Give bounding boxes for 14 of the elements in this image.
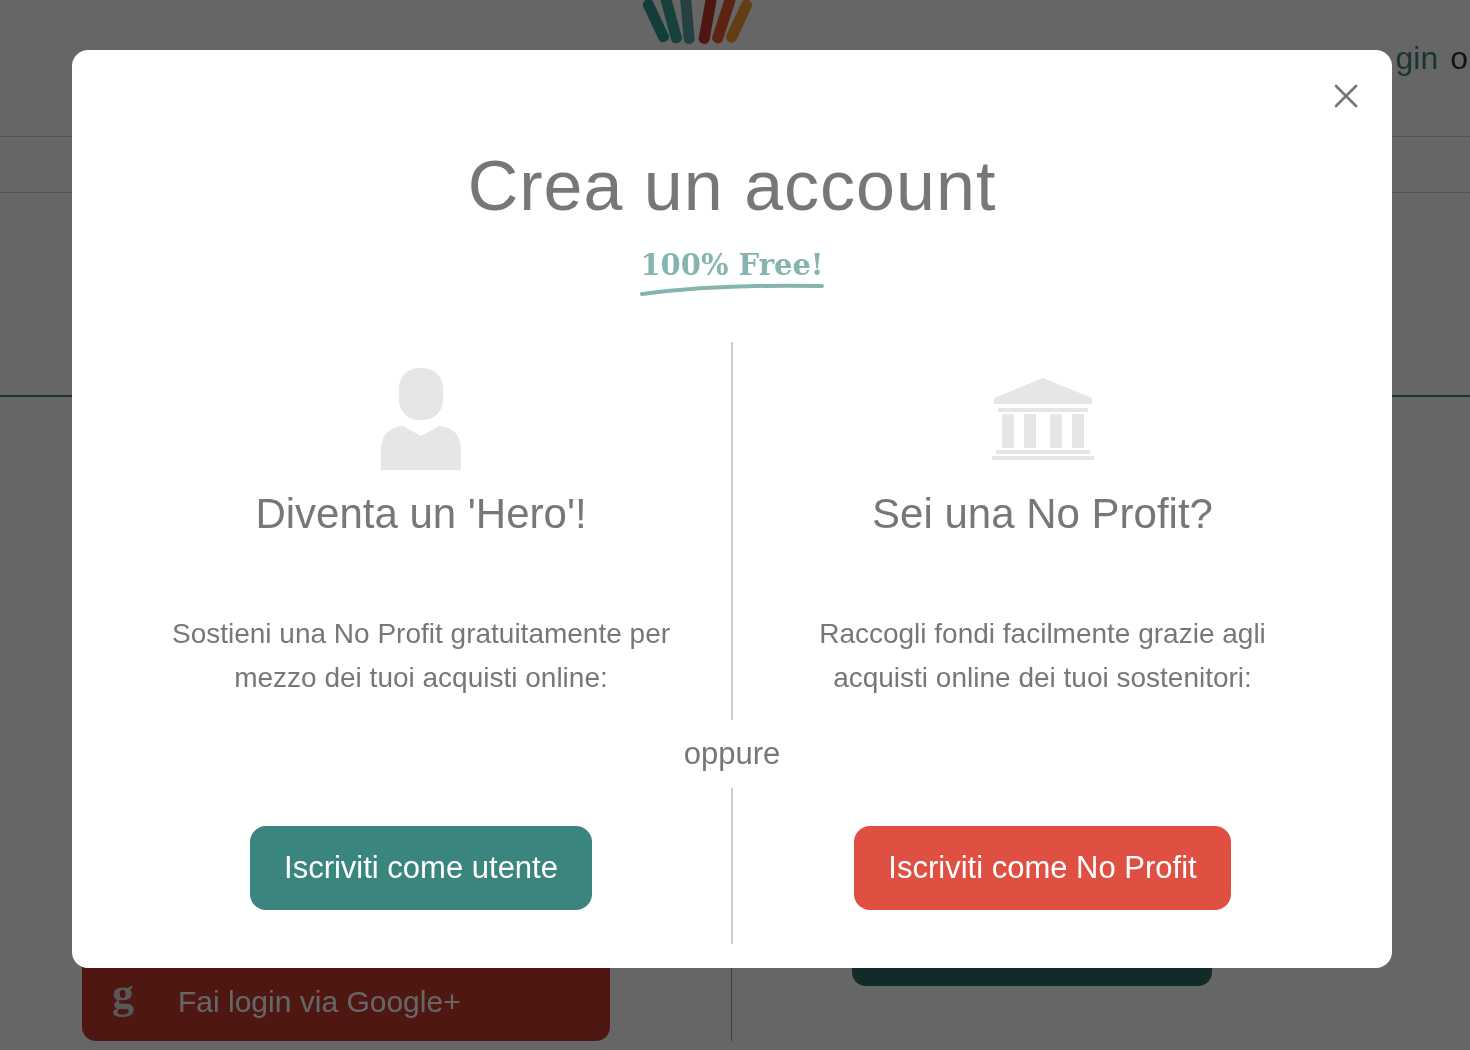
option-heading: Sei una No Profit? bbox=[872, 489, 1213, 539]
signup-button[interactable]: Iscriviti come utente bbox=[250, 826, 592, 910]
header-text: o bbox=[1450, 40, 1468, 77]
option-heading: Diventa un 'Hero'! bbox=[255, 489, 587, 539]
separator-text: oppure bbox=[683, 735, 781, 773]
dialog-title: Crea un account bbox=[467, 146, 997, 227]
user-icon bbox=[381, 368, 461, 470]
option-description: Sostieni una No Profit gratuitamente per mezzo dei tuoi acquisti online: bbox=[170, 617, 672, 695]
underline-stroke-icon bbox=[640, 282, 824, 296]
free-label: 100% Free! bbox=[640, 248, 824, 282]
login-link[interactable]: gin bbox=[1395, 40, 1439, 77]
option-description: Raccogli fondi facilmente grazie agli acquisti online dei tuoi sostenitori: bbox=[818, 617, 1267, 695]
signup-button[interactable]: Iscriviti come No Profit bbox=[854, 826, 1231, 910]
bank-icon bbox=[991, 378, 1094, 460]
